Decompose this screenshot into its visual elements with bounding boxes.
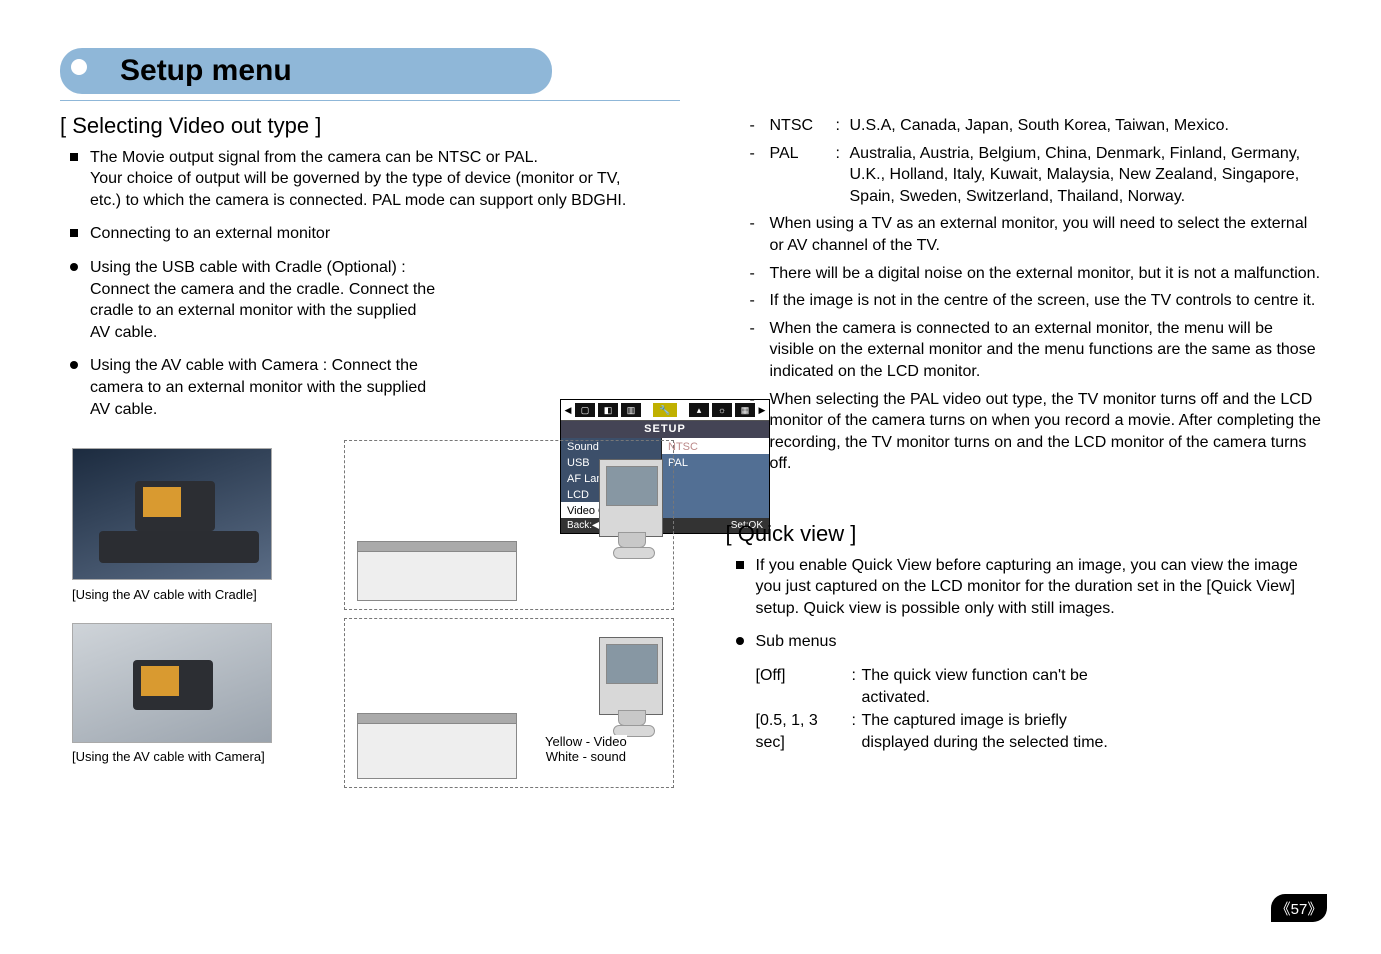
text: Your choice of output will be governed b… — [90, 170, 626, 209]
tab-icon: ▢ — [575, 403, 595, 417]
tab-icon: ◧ — [598, 403, 618, 417]
text: White - sound — [546, 749, 626, 764]
section-heading-video-out: [ Selecting Video out type ] — [60, 111, 656, 141]
diagram-cradle-to-tv — [344, 440, 674, 610]
tab-icon: ▥ — [621, 403, 641, 417]
section-heading-quick-view: [ Quick view ] — [726, 519, 1322, 549]
page-number: 《57》 — [1271, 894, 1327, 922]
para-connecting-external: Connecting to an external monitor — [60, 223, 656, 245]
left-column: [ Selecting Video out type ] The Movie o… — [60, 111, 656, 808]
title-bullet-icon — [68, 56, 90, 78]
title-area: Setup menu — [60, 48, 1321, 94]
diagram-camera-to-tv: Yellow - Video White - sound — [344, 618, 674, 788]
tv-icon — [599, 459, 663, 537]
camera-shape — [135, 481, 215, 531]
para-sub-menus: Sub menus — [726, 631, 1322, 653]
para-movie-output: The Movie output signal from the camera … — [60, 147, 656, 212]
caption-camera: [Using the AV cable with Camera] — [72, 748, 265, 766]
camera-screen-shape — [143, 487, 181, 517]
submenu-seconds: [0.5, 1, 3 sec] : The captured image is … — [726, 710, 1126, 753]
left-arrow-icon: ◀ — [565, 403, 571, 417]
label: [0.5, 1, 3 sec] — [756, 712, 818, 751]
dash-centre: If the image is not in the centre of the… — [726, 290, 1322, 312]
tab-setup-icon: 🔧 — [653, 403, 677, 417]
value: The captured image is briefly displayed … — [862, 712, 1108, 751]
illustrations-area: [Using the AV cable with Cradle] [Using … — [60, 448, 656, 808]
text: Yellow - Video — [545, 734, 627, 749]
camera-shape — [133, 660, 213, 710]
para-av-camera: Using the AV cable with Camera : Connect… — [60, 355, 440, 420]
label: [Off] — [756, 667, 786, 684]
dash-menu-visible: When the camera is connected to an exter… — [726, 318, 1322, 383]
label: PAL — [770, 145, 799, 162]
dock-shape — [99, 531, 259, 563]
dash-pal: PAL : Australia, Austria, Belgium, China… — [726, 143, 1322, 208]
dash-pal-behaviour: When selecting the PAL video out type, t… — [726, 389, 1322, 475]
tv-stand-shape — [618, 710, 646, 726]
value: Australia, Austria, Belgium, China, Denm… — [850, 145, 1301, 205]
tab-icon: ▴ — [689, 403, 709, 417]
right-column: NTSC : U.S.A, Canada, Japan, South Korea… — [726, 111, 1322, 808]
cable-color-label: Yellow - Video White - sound — [545, 735, 627, 765]
photo-cradle — [72, 448, 272, 580]
submenu-off: [Off] : The quick view function can't be… — [726, 665, 1126, 708]
dash-ntsc: NTSC : U.S.A, Canada, Japan, South Korea… — [726, 115, 1322, 137]
dash-digital-noise: There will be a digital noise on the ext… — [726, 263, 1322, 285]
cradle-device-shape — [357, 541, 517, 601]
para-quick-view: If you enable Quick View before capturin… — [726, 555, 1322, 620]
tv-icon — [599, 637, 663, 715]
value: U.S.A, Canada, Japan, South Korea, Taiwa… — [850, 117, 1229, 134]
photo-camera — [72, 623, 272, 743]
camera-screen-shape — [141, 666, 179, 696]
tv-screen-shape — [606, 466, 658, 506]
page-title: Setup menu — [60, 48, 552, 94]
para-usb-cradle: Using the USB cable with Cradle (Optiona… — [60, 257, 440, 343]
value: The quick view function can't be activat… — [862, 667, 1088, 706]
label: NTSC — [770, 117, 814, 134]
dash-tv-channel: When using a TV as an external monitor, … — [726, 213, 1322, 256]
text: The Movie output signal from the camera … — [90, 149, 538, 166]
camera-device-shape — [357, 713, 517, 779]
title-underline — [60, 100, 680, 101]
tv-stand-shape — [618, 532, 646, 548]
tv-screen-shape — [606, 644, 658, 684]
caption-cradle: [Using the AV cable with Cradle] — [72, 586, 257, 604]
